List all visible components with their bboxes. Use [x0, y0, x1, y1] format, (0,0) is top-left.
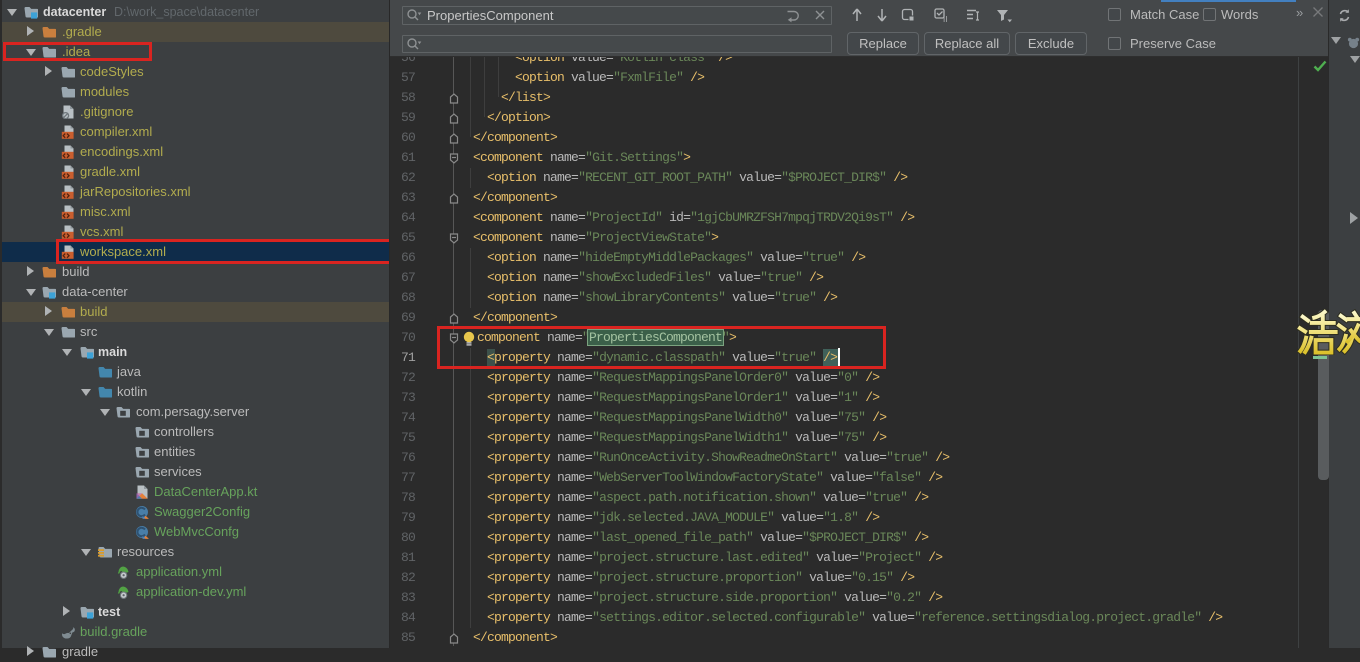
svg-text:II: II	[943, 15, 947, 23]
